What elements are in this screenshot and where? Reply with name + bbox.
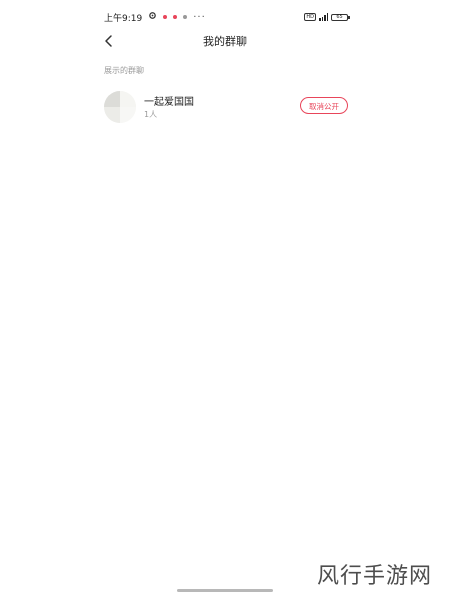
screen: 上午9:19 ··· HD 65 我的群聊 展示的群聊 一起爱国国 1人 取消公… [0, 0, 450, 600]
hd-icon: HD [304, 13, 316, 21]
notification-dot-icon [183, 15, 188, 19]
avatar-tile [104, 91, 120, 107]
signal-icon [319, 13, 328, 21]
unpublish-button[interactable]: 取消公开 [300, 97, 348, 114]
section-label: 展示的群聊 [104, 66, 144, 75]
notification-dot-icon [163, 15, 168, 19]
avatar-tile [104, 107, 120, 123]
status-bar: 上午9:19 ··· HD 65 [104, 9, 350, 25]
watermark: 风行手游网 [316, 564, 432, 589]
home-indicator[interactable] [177, 589, 273, 592]
avatar-tile [120, 107, 136, 123]
group-name: 一起爱国国 [144, 97, 194, 108]
more-notifications-icon: ··· [193, 11, 206, 23]
settings-status-icon [148, 11, 157, 23]
avatar-tile [120, 91, 136, 107]
group-list-item[interactable]: 一起爱国国 1人 取消公开 [104, 89, 350, 125]
header: 我的群聊 [100, 30, 350, 52]
status-time: 上午9:19 [104, 13, 143, 24]
status-right: HD 65 [304, 13, 350, 21]
page-title: 我的群聊 [203, 35, 247, 48]
battery-icon: 65 [331, 13, 350, 21]
group-avatar [104, 91, 136, 123]
status-left: 上午9:19 ··· [104, 11, 206, 24]
member-count: 1人 [144, 110, 158, 119]
notification-dot-icon [173, 15, 178, 19]
